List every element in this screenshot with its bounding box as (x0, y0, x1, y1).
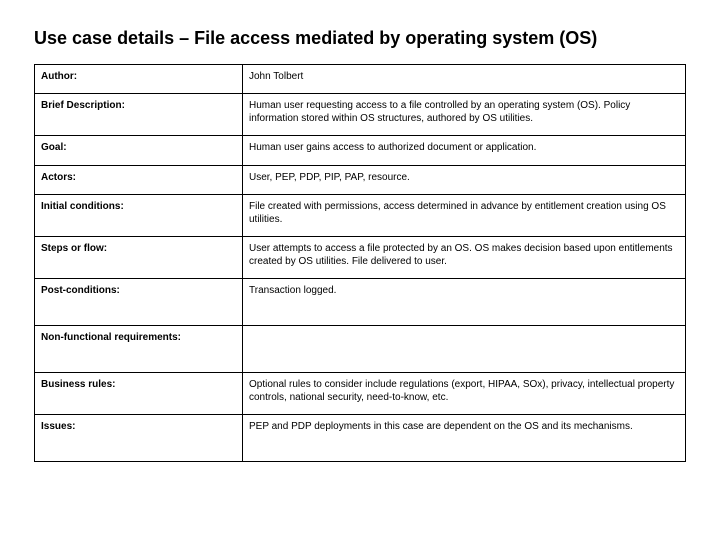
row-label: Steps or flow: (35, 237, 243, 279)
row-value: PEP and PDP deployments in this case are… (243, 415, 686, 462)
row-value: File created with permissions, access de… (243, 195, 686, 237)
row-label: Non-functional requirements: (35, 326, 243, 373)
row-label: Author: (35, 64, 243, 94)
table-row: Goal: Human user gains access to authori… (35, 136, 686, 166)
row-label: Issues: (35, 415, 243, 462)
slide: Use case details – File access mediated … (0, 0, 720, 540)
row-label: Goal: (35, 136, 243, 166)
row-value (243, 326, 686, 373)
row-label: Initial conditions: (35, 195, 243, 237)
row-label: Actors: (35, 165, 243, 195)
table-row: Actors: User, PEP, PDP, PIP, PAP, resour… (35, 165, 686, 195)
row-value: User, PEP, PDP, PIP, PAP, resource. (243, 165, 686, 195)
row-label: Business rules: (35, 373, 243, 415)
row-value: John Tolbert (243, 64, 686, 94)
table-row: Initial conditions: File created with pe… (35, 195, 686, 237)
row-label: Brief Description: (35, 94, 243, 136)
row-value: Human user requesting access to a file c… (243, 94, 686, 136)
table-row: Non-functional requirements: (35, 326, 686, 373)
table-row: Business rules: Optional rules to consid… (35, 373, 686, 415)
row-value: Transaction logged. (243, 279, 686, 326)
row-value: Optional rules to consider include regul… (243, 373, 686, 415)
row-value: User attempts to access a file protected… (243, 237, 686, 279)
table-row: Brief Description: Human user requesting… (35, 94, 686, 136)
table-row: Author: John Tolbert (35, 64, 686, 94)
row-label: Post-conditions: (35, 279, 243, 326)
table-row: Issues: PEP and PDP deployments in this … (35, 415, 686, 462)
table-row: Post-conditions: Transaction logged. (35, 279, 686, 326)
page-title: Use case details – File access mediated … (34, 28, 686, 50)
table-row: Steps or flow: User attempts to access a… (35, 237, 686, 279)
row-value: Human user gains access to authorized do… (243, 136, 686, 166)
use-case-table: Author: John Tolbert Brief Description: … (34, 64, 686, 463)
